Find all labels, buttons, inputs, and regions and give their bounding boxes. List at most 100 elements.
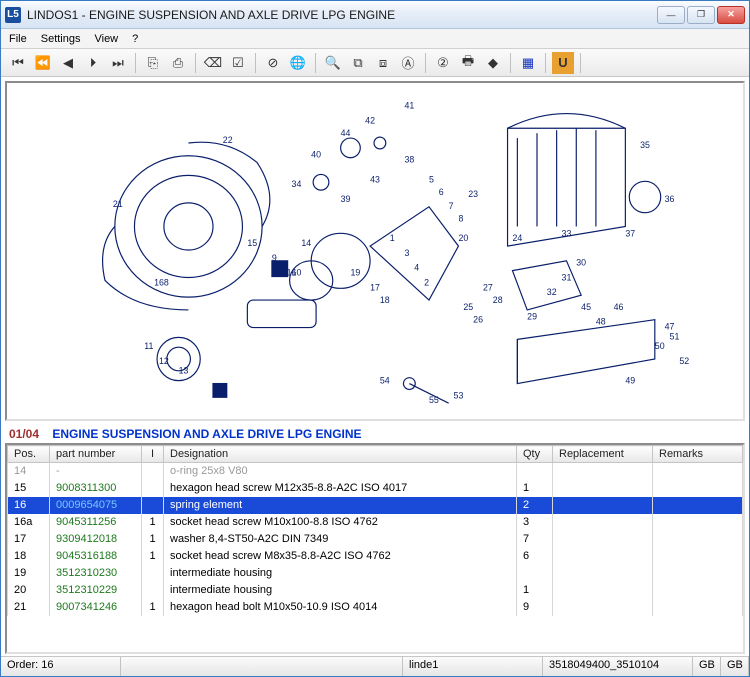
cell-des: washer 8,4-ST50-A2C DIN 7349: [164, 531, 517, 548]
menu-settings[interactable]: Settings: [41, 33, 81, 45]
section-header: 01/04 ENGINE SUSPENSION AND AXLE DRIVE L…: [1, 425, 749, 443]
cell-pos: 14: [8, 463, 50, 481]
toolbar-btn-14[interactable]: Ⓐ: [397, 52, 419, 74]
close-button[interactable]: ✕: [717, 6, 745, 24]
toolbar-btn-18[interactable]: ▦: [517, 52, 539, 74]
svg-text:34: 34: [292, 179, 302, 189]
cell-repl: [553, 531, 653, 548]
table-row[interactable]: 1890453161881socket head screw M8x35-8.8…: [8, 548, 743, 565]
table-row[interactable]: 2190073412461hexagon head bolt M10x50-10…: [8, 599, 743, 616]
toolbar-btn-6[interactable]: ⎙: [167, 52, 189, 74]
toolbar-btn-9[interactable]: ⊘: [262, 52, 284, 74]
cell-rem: [653, 463, 743, 481]
table-row[interactable]: 1793094120181washer 8,4-ST50-A2C DIN 734…: [8, 531, 743, 548]
cell-qty: 7: [517, 531, 553, 548]
cell-qty: [517, 565, 553, 582]
svg-text:5: 5: [429, 174, 434, 184]
table-row[interactable]: 193512310230intermediate housing: [8, 565, 743, 582]
toolbar-btn-4[interactable]: ⏭: [107, 52, 129, 74]
svg-text:26: 26: [473, 315, 483, 325]
svg-text:11: 11: [144, 341, 153, 351]
svg-text:47: 47: [665, 322, 675, 332]
svg-text:15: 15: [247, 238, 257, 248]
col-pos[interactable]: Pos.: [8, 446, 50, 463]
svg-text:48: 48: [596, 317, 606, 327]
svg-text:3: 3: [404, 248, 409, 258]
col-part[interactable]: part number: [50, 446, 142, 463]
table-row[interactable]: 160009654075spring element2: [8, 497, 743, 514]
cell-part: 3512310230: [50, 565, 142, 582]
menu-view[interactable]: View: [94, 33, 118, 45]
cell-rem: [653, 582, 743, 599]
toolbar-btn-16[interactable]: 🖶: [457, 52, 479, 74]
svg-text:42: 42: [365, 115, 375, 125]
cell-pos: 20: [8, 582, 50, 599]
toolbar-btn-1[interactable]: ⏪: [32, 52, 54, 74]
section-code: 01/04: [9, 427, 39, 441]
table-row[interactable]: 16a90453112561socket head screw M10x100-…: [8, 514, 743, 531]
svg-text:53: 53: [454, 390, 464, 400]
svg-text:17: 17: [370, 282, 380, 292]
cell-i: [142, 582, 164, 599]
status-code: 3518049400_3510104: [543, 657, 693, 676]
cell-pos: 15: [8, 480, 50, 497]
toolbar-btn-15[interactable]: ②: [432, 52, 454, 74]
menu-file[interactable]: File: [9, 33, 27, 45]
toolbar-btn-17[interactable]: ◆: [482, 52, 504, 74]
cell-repl: [553, 463, 653, 481]
svg-text:13: 13: [179, 366, 189, 376]
toolbar-btn-13[interactable]: ⧈: [372, 52, 394, 74]
svg-text:6: 6: [439, 187, 444, 197]
toolbar-btn-7[interactable]: ⌫: [202, 52, 224, 74]
parts-table-wrap: Pos. part number I Designation Qty Repla…: [5, 443, 745, 654]
toolbar-btn-3[interactable]: ⏵: [82, 52, 104, 74]
window-controls: — ❐ ✕: [657, 6, 745, 24]
svg-text:51: 51: [670, 331, 680, 341]
svg-text:39: 39: [341, 194, 351, 204]
toolbar-btn-19[interactable]: U: [552, 52, 574, 74]
cell-qty: 3: [517, 514, 553, 531]
parts-diagram[interactable]: 4142443822404334395678233521134214101718…: [5, 81, 745, 421]
svg-text:25: 25: [463, 302, 473, 312]
cell-repl: [553, 565, 653, 582]
cell-rem: [653, 531, 743, 548]
col-repl[interactable]: Replacement: [553, 446, 653, 463]
table-row[interactable]: 159008311300hexagon head screw M12x35-8.…: [8, 480, 743, 497]
svg-text:28: 28: [493, 295, 503, 305]
svg-text:37: 37: [625, 228, 635, 238]
cell-des: socket head screw M8x35-8.8-A2C ISO 4762: [164, 548, 517, 565]
toolbar-btn-5[interactable]: ⎘: [142, 52, 164, 74]
toolbar-btn-12[interactable]: ⧉: [347, 52, 369, 74]
toolbar-btn-10[interactable]: 🌐: [287, 52, 309, 74]
cell-pos: 16a: [8, 514, 50, 531]
cell-repl: [553, 497, 653, 514]
maximize-button[interactable]: ❐: [687, 6, 715, 24]
svg-text:52: 52: [679, 356, 689, 366]
toolbar-btn-0[interactable]: ⏮: [7, 52, 29, 74]
table-row[interactable]: 203512310229intermediate housing1: [8, 582, 743, 599]
status-order: Order: 16: [1, 657, 121, 676]
cell-qty: 1: [517, 582, 553, 599]
table-row[interactable]: 14-o-ring 25x8 V80: [8, 463, 743, 481]
col-des[interactable]: Designation: [164, 446, 517, 463]
status-spacer: [121, 657, 403, 676]
menu-help[interactable]: ?: [132, 33, 138, 45]
parts-table[interactable]: Pos. part number I Designation Qty Repla…: [7, 445, 743, 616]
cell-rem: [653, 565, 743, 582]
toolbar-btn-2[interactable]: ◀: [57, 52, 79, 74]
svg-text:7: 7: [449, 201, 454, 211]
cell-qty: [517, 463, 553, 481]
cell-des: intermediate housing: [164, 582, 517, 599]
toolbar-btn-8[interactable]: ☑: [227, 52, 249, 74]
svg-text:33: 33: [562, 228, 572, 238]
minimize-button[interactable]: —: [657, 6, 685, 24]
section-title: ENGINE SUSPENSION AND AXLE DRIVE LPG ENG…: [52, 427, 361, 441]
col-rem[interactable]: Remarks: [653, 446, 743, 463]
col-i[interactable]: I: [142, 446, 164, 463]
cell-qty: 9: [517, 599, 553, 616]
col-qty[interactable]: Qty: [517, 446, 553, 463]
svg-text:20: 20: [458, 233, 468, 243]
svg-text:27: 27: [483, 282, 493, 292]
toolbar-btn-11[interactable]: 🔍: [322, 52, 344, 74]
cell-des: o-ring 25x8 V80: [164, 463, 517, 481]
